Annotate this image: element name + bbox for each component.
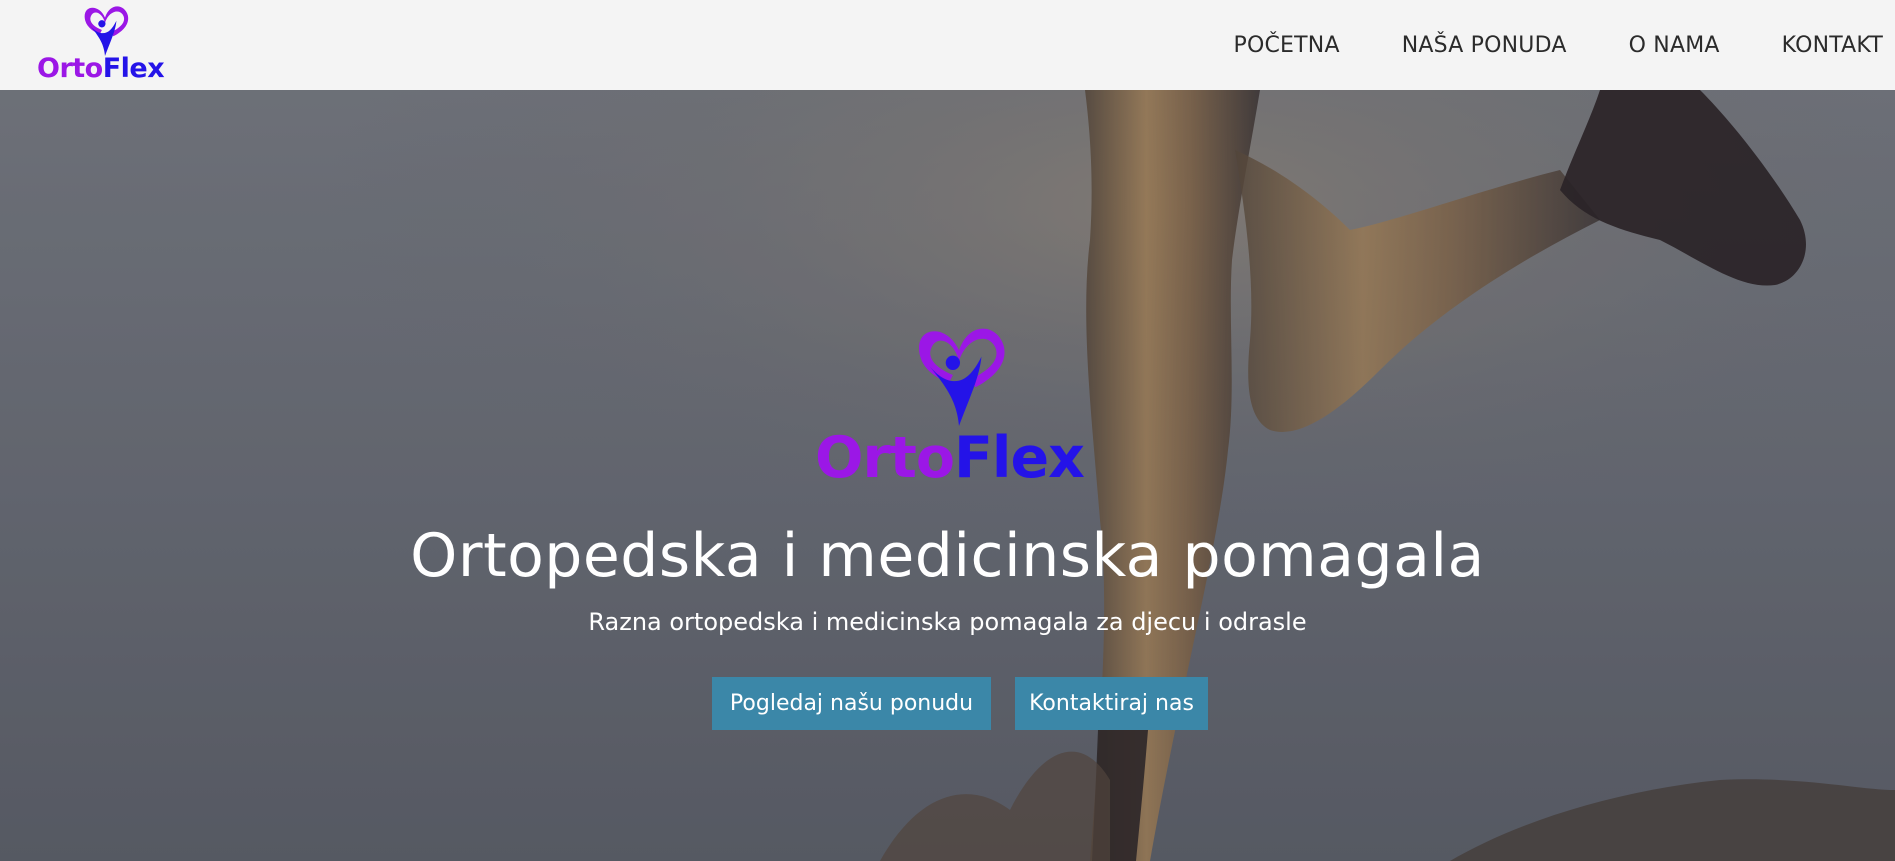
view-offer-button[interactable]: Pogledaj našu ponudu <box>712 677 991 730</box>
brand-wordmark: OrtoFlex <box>37 53 165 85</box>
hero-subtitle: Razna ortopedska i medicinska pomagala z… <box>588 608 1307 636</box>
hero-brand-name-part1: Orto <box>815 425 955 491</box>
heart-person-logo-icon <box>84 6 129 56</box>
hero-title: Ortopedska i medicinska pomagala <box>410 521 1485 591</box>
heart-person-logo-icon <box>919 328 1005 427</box>
contact-us-button[interactable]: Kontaktiraj nas <box>1015 677 1208 730</box>
nav-item-nasa-ponuda[interactable]: NAŠA PONUDA <box>1402 33 1567 58</box>
hero-brand-name-part2: Flex <box>953 425 1085 491</box>
nav-item-pocetna[interactable]: POČETNA <box>1234 33 1340 58</box>
hero-logo: OrtoFlex <box>815 317 1105 492</box>
brand-logo-link[interactable]: OrtoFlex <box>37 2 182 86</box>
site-header: OrtoFlex POČETNA NAŠA PONUDA O NAMA KONT… <box>0 0 1895 90</box>
nav-item-o-nama[interactable]: O NAMA <box>1629 33 1720 58</box>
brand-name-part1: Orto <box>37 53 103 84</box>
hero-wordmark: OrtoFlex <box>815 425 1085 491</box>
nav-item-kontakt[interactable]: KONTAKT <box>1782 33 1883 58</box>
brand-name-part2: Flex <box>102 53 165 84</box>
main-nav: POČETNA NAŠA PONUDA O NAMA KONTAKT <box>1234 0 1883 90</box>
hero-section: OrtoFlex Ortopedska i medicinska pomagal… <box>0 90 1895 861</box>
